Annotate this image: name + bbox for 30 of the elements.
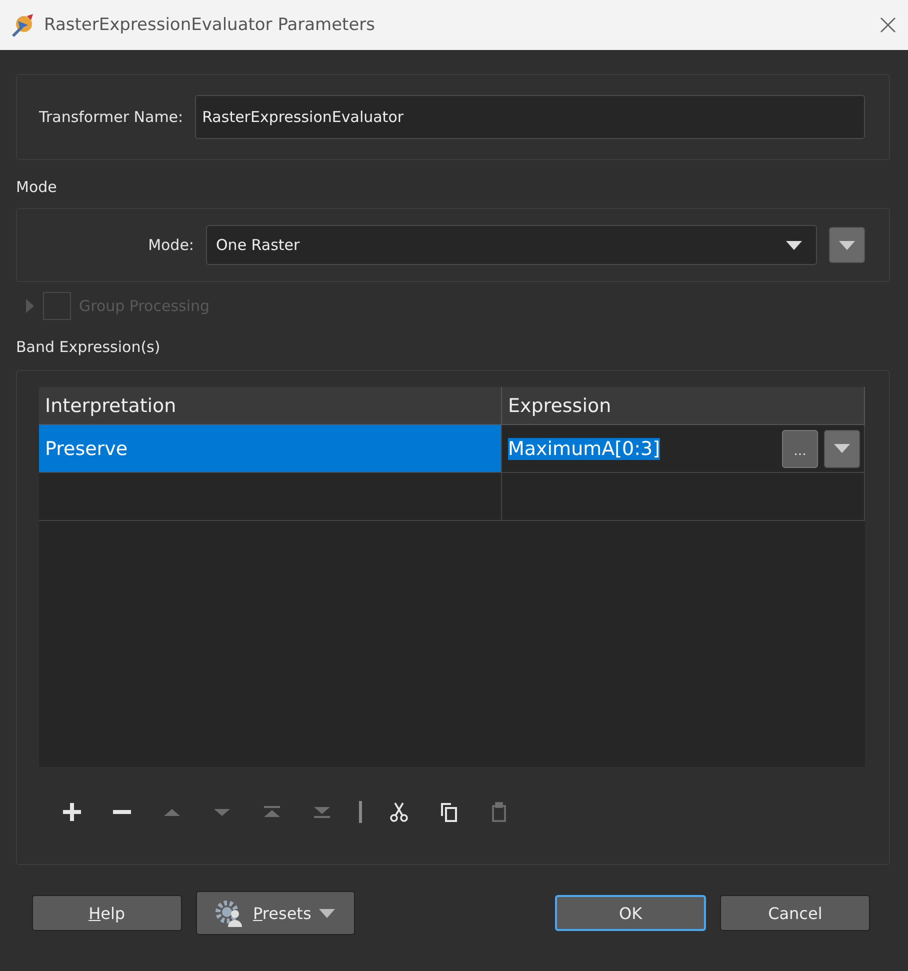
dropdown-button[interactable] (829, 227, 865, 263)
close-icon[interactable] (880, 17, 896, 33)
minus-icon (113, 810, 131, 814)
plus-icon (61, 801, 83, 823)
triangle-up-icon (164, 808, 180, 816)
caret-icon (319, 908, 336, 918)
presets-button[interactable]: Presets (196, 891, 355, 935)
section-title: Band Expression(s) (16, 338, 162, 356)
caret-icon (839, 240, 855, 250)
section-title: Mode (16, 178, 58, 196)
field-label: Mode: (147, 236, 194, 254)
editor-button[interactable]: ... (782, 430, 818, 468)
name-input-field[interactable]: RasterExpressionEvaluator (195, 95, 865, 139)
scissors-icon (388, 801, 410, 823)
help-button[interactable]: Help (32, 895, 182, 931)
window-title: RasterExpressionEvaluator Parameters (44, 15, 376, 35)
expression-cell[interactable]: MaximumA[0:3] ... (502, 425, 865, 473)
ok-button[interactable]: OK (554, 895, 706, 931)
cancel-button[interactable]: Cancel (720, 895, 870, 931)
copy-icon (438, 801, 460, 823)
mode-dropdown[interactable]: One Raster (206, 225, 817, 265)
column-header[interactable]: Interpretation (39, 387, 502, 425)
app-logo-icon (10, 12, 36, 38)
table-cell[interactable]: Preserve (39, 425, 502, 473)
triangle-down-icon (214, 808, 230, 816)
caret-icon (786, 240, 802, 250)
caret-icon (834, 444, 850, 453)
field-label: Transformer Name: (39, 108, 184, 126)
column-header[interactable]: Expression (502, 387, 865, 425)
dropdown-button[interactable] (824, 430, 860, 468)
